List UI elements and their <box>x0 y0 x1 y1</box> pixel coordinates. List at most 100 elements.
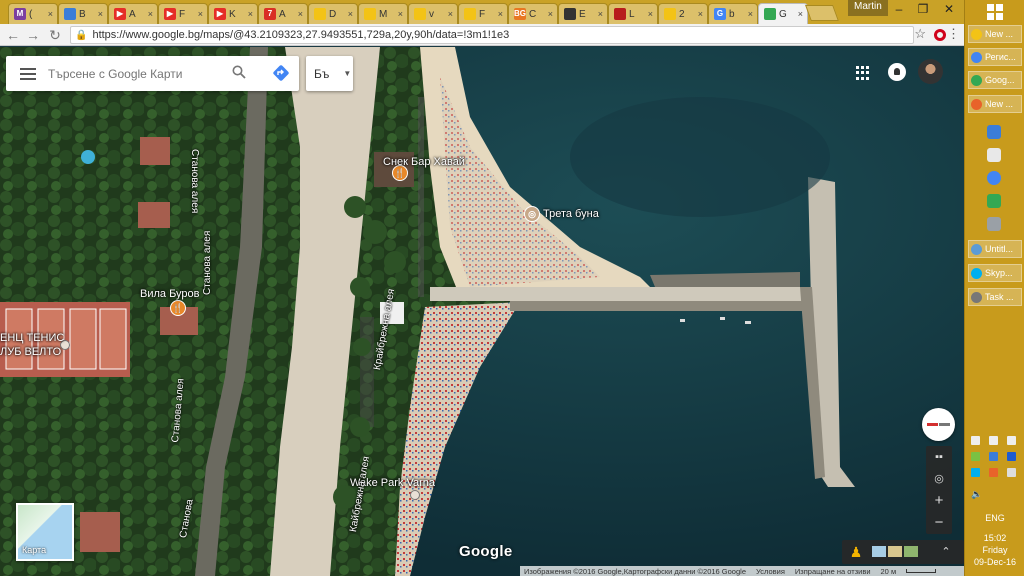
calendar-icon[interactable] <box>987 148 1001 162</box>
new-tab-button[interactable] <box>805 5 839 21</box>
clock-time[interactable]: 15:02 <box>965 533 1024 543</box>
place-label[interactable]: ЛУБ ВЕЛТО <box>0 346 61 358</box>
tray-icon[interactable] <box>989 452 998 461</box>
tray-icon[interactable] <box>989 468 998 477</box>
tab-close-icon[interactable]: × <box>98 9 103 19</box>
chrome-icon[interactable] <box>987 171 1001 185</box>
volume-icon[interactable]: 🔈 <box>971 490 982 499</box>
browser-tab[interactable]: BG C × <box>508 3 558 24</box>
profile-button[interactable]: Martin <box>848 0 888 16</box>
address-bar[interactable]: 🔒 https://www.google.bg/maps/@43.2109323… <box>70 26 914 44</box>
browser-tab[interactable]: M × <box>358 3 408 24</box>
tab-close-icon[interactable]: × <box>148 9 153 19</box>
browser-tab[interactable]: v × <box>408 3 458 24</box>
feedback-link[interactable]: Изпращане на отзиви <box>795 567 871 576</box>
pegman-icon[interactable]: ♟ <box>840 543 872 561</box>
tray-icon[interactable] <box>1007 436 1016 445</box>
tab-close-icon[interactable]: × <box>698 9 703 19</box>
place-label[interactable]: Снек Бар Хавай <box>383 156 465 168</box>
tab-close-icon[interactable]: × <box>398 9 403 19</box>
compass-icon[interactable] <box>922 408 955 441</box>
place-label[interactable]: Трета буна <box>543 208 599 220</box>
reload-icon[interactable]: ↻ <box>46 26 64 44</box>
map-type-toggle[interactable]: Карта <box>16 503 74 561</box>
apps-grid-icon[interactable] <box>856 66 870 80</box>
tab-close-icon[interactable]: × <box>48 9 53 19</box>
tab-close-icon[interactable]: × <box>298 9 303 19</box>
browser-tab[interactable]: D × <box>308 3 358 24</box>
photo-thumb-icon[interactable] <box>872 546 886 557</box>
taskbar-window-button[interactable]: Skyp... <box>968 264 1022 282</box>
browser-tab[interactable]: L × <box>608 3 658 24</box>
bookmark-star-icon[interactable]: ☆ <box>914 26 926 42</box>
browser-tab[interactable]: M(× <box>8 3 58 24</box>
tab-close-icon[interactable]: × <box>798 9 803 19</box>
taskbar-window-label: Goog... <box>985 75 1015 85</box>
photo-thumb-icon[interactable] <box>904 546 918 557</box>
tab-close-icon[interactable]: × <box>248 9 253 19</box>
tab-close-icon[interactable]: × <box>648 9 653 19</box>
photo-thumb-icon[interactable] <box>888 546 902 557</box>
browser-tab[interactable]: Gb × <box>708 3 758 24</box>
taskbar-window-button[interactable]: Goog... <box>968 71 1022 89</box>
place-label[interactable]: ЕНЦ ТЕНИС <box>0 332 64 344</box>
browser-tab[interactable]: B × <box>58 3 108 24</box>
tab-close-icon[interactable]: × <box>448 9 453 19</box>
taskbar-window-button[interactable]: New ... <box>968 25 1022 43</box>
tab-close-icon[interactable]: × <box>548 9 553 19</box>
map-search-input[interactable] <box>48 66 218 81</box>
place-label[interactable]: Вила Буров <box>140 288 200 300</box>
forward-icon[interactable]: → <box>24 26 42 44</box>
restaurant-icon[interactable]: 🍴 <box>170 300 186 316</box>
zoom-in-button[interactable]: + <box>923 492 955 510</box>
browser-tab[interactable]: 7 A × <box>258 3 308 24</box>
tab-close-icon[interactable]: × <box>198 9 203 19</box>
opera-extension-icon[interactable] <box>934 29 946 41</box>
back-icon[interactable]: ← <box>4 26 22 44</box>
tilt-icon[interactable]: ▪▪ <box>923 448 955 466</box>
browser-tab[interactable]: ▶ A × <box>108 3 158 24</box>
menu-icon[interactable] <box>20 67 36 80</box>
browser-tab[interactable]: F × <box>458 3 508 24</box>
taskbar-window-button[interactable]: Untitl... <box>968 240 1022 258</box>
bluetooth-icon[interactable] <box>1007 452 1016 461</box>
skype-tray-icon[interactable] <box>971 468 980 477</box>
notifications-icon[interactable] <box>888 63 906 81</box>
taskbar-window-button[interactable]: New ... <box>968 95 1022 113</box>
ie-icon[interactable] <box>987 125 1001 139</box>
tab-close-icon[interactable]: × <box>748 9 753 19</box>
tab-close-icon[interactable]: × <box>498 9 503 19</box>
browser-tab[interactable]: ▶ K × <box>208 3 258 24</box>
zoom-out-button[interactable]: − <box>923 514 955 532</box>
browser-tab[interactable]: E × <box>558 3 608 24</box>
tray-icon[interactable] <box>971 452 980 461</box>
landmark-icon[interactable]: ◎ <box>524 206 540 222</box>
avatar[interactable] <box>918 59 943 84</box>
input-language[interactable]: ENG <box>965 513 1024 523</box>
expand-up-icon[interactable]: ⌃ <box>930 543 962 561</box>
drive-icon[interactable] <box>987 194 1001 208</box>
browser-tab[interactable]: 2 × <box>658 3 708 24</box>
maximize-icon[interactable]: ❐ <box>910 0 936 18</box>
windows-start-icon[interactable] <box>987 4 1003 20</box>
tab-close-icon[interactable]: × <box>348 9 353 19</box>
terms-link[interactable]: Условия <box>756 567 785 576</box>
directions-icon[interactable] <box>272 64 290 82</box>
my-location-icon[interactable]: ◎ <box>923 470 955 488</box>
map-canvas[interactable]: Бъ ▼ 🍴 ◎ 🍴 Снек Бар ХавайТрета бунаВила … <box>0 47 964 576</box>
search-icon[interactable] <box>232 65 246 79</box>
minimize-icon[interactable]: – <box>886 0 912 18</box>
browser-tab[interactable]: G × <box>758 3 808 24</box>
taskbar-window-button[interactable]: Регис... <box>968 48 1022 66</box>
tray-icon[interactable] <box>989 436 998 445</box>
network-icon[interactable] <box>1007 468 1016 477</box>
browser-menu-icon[interactable]: ⋮ <box>947 26 960 42</box>
close-icon[interactable]: ✕ <box>936 0 962 18</box>
tab-close-icon[interactable]: × <box>598 9 603 19</box>
language-select[interactable]: Бъ ▼ <box>306 56 353 91</box>
app-icon[interactable] <box>987 217 1001 231</box>
browser-tab[interactable]: ▶ F × <box>158 3 208 24</box>
taskbar-window-button[interactable]: Task ... <box>968 288 1022 306</box>
place-dot-icon[interactable] <box>410 490 420 500</box>
tray-icon[interactable] <box>971 436 980 445</box>
